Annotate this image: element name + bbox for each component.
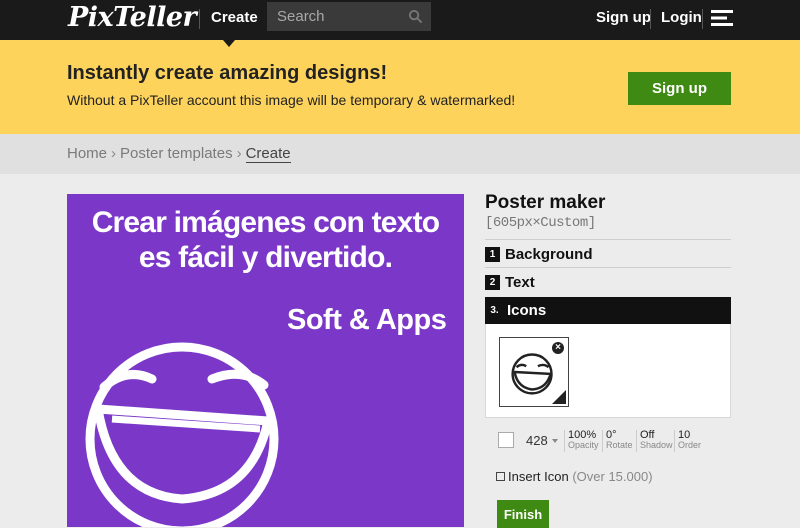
opacity-control[interactable]: 100% Opacity [568,429,599,451]
nav-divider [702,9,703,29]
signup-banner: Instantly create amazing designs! Withou… [0,40,800,134]
opacity-value: 100% [568,429,597,441]
panel-divider [485,239,731,240]
nav-signup-link[interactable]: Sign up [596,9,651,26]
laughing-face-icon[interactable] [82,309,282,527]
breadcrumb-home[interactable]: Home [67,145,107,162]
poster-canvas[interactable]: Crear imágenes con texto es fácil y dive… [67,194,464,527]
section-number: 2 [485,274,500,290]
section-label: Text [505,273,535,291]
order-value: 10 [678,429,691,441]
section-text[interactable]: 2 Text [485,269,731,295]
icons-list: × [485,324,731,418]
add-icon [496,472,505,481]
active-nav-caret [223,40,235,47]
nav-divider [650,9,651,29]
banner-subtitle: Without a PixTeller account this image w… [67,92,516,108]
section-number: 3. [487,303,502,318]
resize-handle-icon[interactable] [552,390,566,404]
poster-text-line-1[interactable]: Crear imágenes con texto [67,206,464,240]
prop-divider [564,430,565,452]
prop-divider [602,430,603,452]
icon-properties: 428 100% Opacity 0° Rotate Off Shadow 10… [485,418,731,464]
section-background[interactable]: 1 Background [485,241,731,267]
shadow-value: Off [640,429,655,441]
rotate-control[interactable]: 0° Rotate [606,429,633,451]
nav-login-link[interactable]: Login [661,9,702,26]
pixteller-logo[interactable]: PixTeller [68,2,197,33]
chevron-down-icon[interactable] [552,439,558,443]
breadcrumb-poster-templates[interactable]: Poster templates [120,145,233,162]
banner-signup-button[interactable]: Sign up [628,72,731,105]
section-number: 1 [485,246,500,262]
poster-brand-text[interactable]: Soft & Apps [287,304,447,337]
shadow-caption: Shadow [640,440,673,450]
nav-divider [199,9,200,29]
color-swatch[interactable] [498,432,514,448]
prop-divider [674,430,675,452]
search-input[interactable] [267,2,431,31]
search-icon[interactable] [408,9,423,24]
breadcrumb-bar: Home › Poster templates › Create [0,134,800,174]
section-icons[interactable]: 3. Icons [485,297,731,324]
menu-icon[interactable] [711,10,733,26]
breadcrumb: Home › Poster templates › Create [67,145,291,163]
opacity-caption: Opacity [568,440,599,450]
poster-text-line-2[interactable]: es fácil y divertido. [67,241,464,275]
remove-icon-button[interactable]: × [552,342,564,354]
panel-title: Poster maker [485,192,606,213]
breadcrumb-separator: › [236,145,242,162]
insert-icon-link[interactable]: Insert Icon (Over 15.000) [496,469,653,484]
rotate-value: 0° [606,429,617,441]
icon-thumbnail[interactable]: × [499,337,569,407]
breadcrumb-separator: › [111,145,117,162]
order-caption: Order [678,440,702,450]
insert-icon-label: Insert Icon [508,469,569,484]
icon-count: (Over 15.000) [572,469,653,484]
rotate-caption: Rotate [606,440,633,450]
banner-title: Instantly create amazing designs! [67,62,388,84]
order-control[interactable]: 10 Order [678,429,702,451]
icon-size-value[interactable]: 428 [526,433,548,448]
shadow-control[interactable]: Off Shadow [640,429,673,451]
top-navbar: PixTeller Create Sign up Login [0,0,800,40]
canvas-size-label: [605px×Custom] [485,215,596,231]
breadcrumb-create[interactable]: Create [245,145,291,163]
panel-divider [485,267,731,268]
finish-button[interactable]: Finish [497,500,549,528]
section-label: Background [505,245,593,263]
prop-divider [636,430,637,452]
nav-create-link[interactable]: Create [211,9,258,26]
section-label: Icons [507,302,547,319]
